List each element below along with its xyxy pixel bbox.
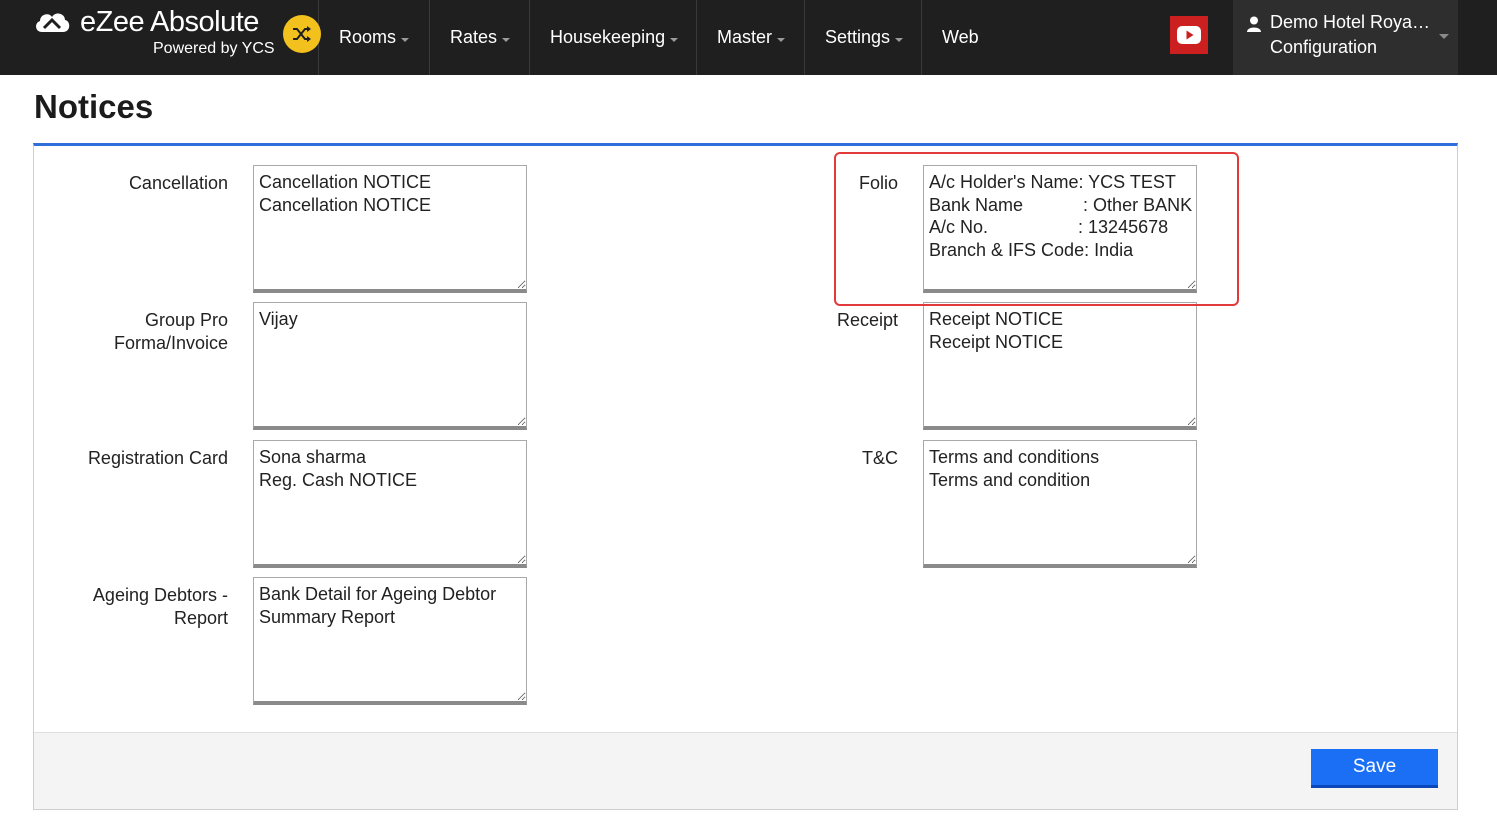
- youtube-button[interactable]: [1170, 16, 1208, 54]
- main-nav: Rooms Rates Housekeeping Master Settings…: [318, 0, 1001, 75]
- save-button[interactable]: Save: [1311, 749, 1438, 788]
- nav-web-label: Web: [942, 27, 979, 47]
- youtube-icon: [1177, 26, 1201, 44]
- cancellation-notice-field[interactable]: Cancellation NOTICE Cancellation NOTICE: [253, 165, 527, 293]
- folio-label: Folio: [858, 173, 898, 193]
- group-pro-forma-label: Group Pro Forma/Invoice: [113, 310, 228, 353]
- nav-housekeeping[interactable]: Housekeeping: [529, 0, 696, 75]
- chevron-down-icon: [502, 37, 511, 42]
- nav-rooms[interactable]: Rooms: [318, 0, 429, 75]
- receipt-label: Receipt: [836, 310, 898, 330]
- nav-rates[interactable]: Rates: [429, 0, 529, 75]
- nav-housekeeping-label: Housekeeping: [550, 27, 666, 47]
- chevron-down-icon: [1439, 34, 1449, 39]
- shuffle-icon: [293, 26, 311, 42]
- page-title: Notices: [34, 88, 154, 125]
- nav-rates-label: Rates: [450, 27, 498, 47]
- user-icon: [1247, 16, 1261, 32]
- nav-rooms-label: Rooms: [339, 27, 397, 47]
- nav-settings-label: Settings: [825, 27, 891, 47]
- ageing-debtors-notice-field[interactable]: Bank Detail for Ageing Debtor Summary Re…: [253, 577, 527, 705]
- hotel-name: Demo Hotel Roya…: [1270, 12, 1431, 32]
- receipt-notice-field[interactable]: Receipt NOTICE Receipt NOTICE: [923, 302, 1197, 430]
- tnc-notice-field[interactable]: Terms and conditions Terms and condition: [923, 440, 1197, 568]
- ageing-debtors-label: Ageing Debtors - Report: [92, 585, 228, 628]
- chevron-down-icon: [401, 37, 410, 42]
- shuffle-button[interactable]: [283, 15, 321, 53]
- user-menu[interactable]: Demo Hotel Roya… Configuration: [1233, 0, 1458, 75]
- nav-master[interactable]: Master: [696, 0, 804, 75]
- chevron-down-icon: [777, 37, 786, 42]
- user-role: Configuration: [1270, 37, 1378, 57]
- chevron-down-icon: [895, 37, 904, 42]
- nav-master-label: Master: [717, 27, 773, 47]
- top-navigation-bar: eZee Absolute Powered by YCS Rooms Rates…: [0, 0, 1497, 75]
- brand-area[interactable]: eZee Absolute Powered by YCS: [0, 0, 321, 75]
- brand-subtitle: Powered by YCS: [153, 40, 275, 57]
- nav-settings[interactable]: Settings: [804, 0, 921, 75]
- ezee-cloud-logo-icon: [36, 13, 70, 33]
- group-pro-forma-notice-field[interactable]: Vijay: [253, 302, 527, 430]
- registration-card-notice-field[interactable]: Sona sharma Reg. Cash NOTICE: [253, 440, 527, 568]
- chevron-down-icon: [670, 37, 679, 42]
- registration-card-label: Registration Card: [87, 448, 228, 468]
- folio-notice-field[interactable]: A/c Holder's Name: YCS TEST Bank Name : …: [923, 165, 1197, 293]
- brand-name: eZee Absolute: [80, 6, 259, 38]
- notices-panel: Save: [33, 143, 1458, 810]
- panel-footer: Save: [34, 732, 1457, 809]
- nav-web[interactable]: Web: [921, 0, 1001, 75]
- cancellation-label: Cancellation: [128, 173, 228, 193]
- tnc-label: T&C: [862, 448, 898, 468]
